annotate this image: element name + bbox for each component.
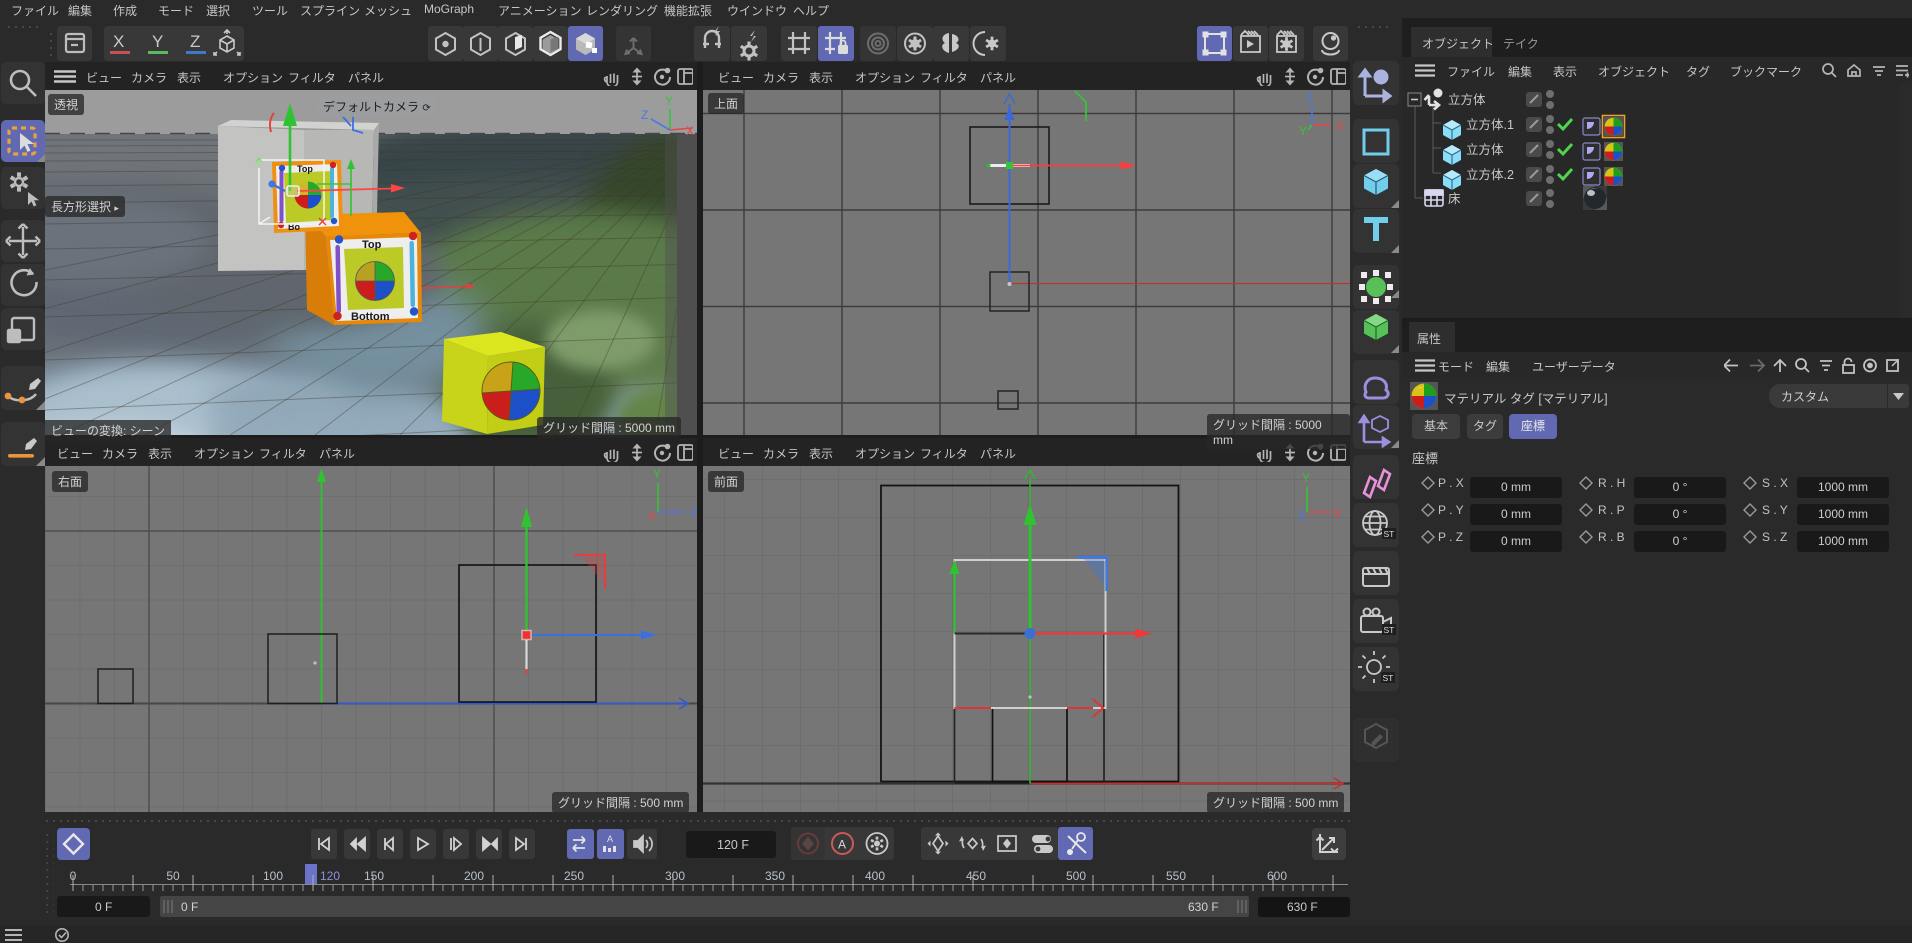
svg-text:立方体: 立方体 bbox=[1466, 142, 1504, 157]
svg-text:0 F: 0 F bbox=[181, 900, 198, 914]
svg-text:Y: Y bbox=[1302, 471, 1310, 485]
svg-text:0 F: 0 F bbox=[95, 900, 112, 914]
svg-text:R . H: R . H bbox=[1598, 476, 1625, 490]
svg-text:450: 450 bbox=[966, 869, 986, 883]
svg-text:Z: Z bbox=[641, 108, 648, 122]
svg-text:120 F: 120 F bbox=[717, 838, 749, 852]
svg-text:R . B: R . B bbox=[1598, 530, 1625, 544]
svg-text:A: A bbox=[838, 838, 846, 852]
svg-text:500: 500 bbox=[1066, 869, 1086, 883]
svg-text:600: 600 bbox=[1267, 869, 1287, 883]
svg-text:120: 120 bbox=[320, 869, 340, 883]
svg-text:Y: Y bbox=[665, 94, 673, 108]
svg-text:X: X bbox=[686, 124, 694, 138]
svg-text:A: A bbox=[607, 834, 613, 844]
svg-text:50: 50 bbox=[166, 869, 180, 883]
svg-text:立方体.1: 立方体.1 bbox=[1466, 117, 1514, 132]
svg-text:S . X: S . X bbox=[1762, 476, 1788, 490]
svg-text:250: 250 bbox=[564, 869, 584, 883]
svg-text:630 F: 630 F bbox=[1287, 900, 1318, 914]
svg-text:Y: Y bbox=[653, 467, 661, 481]
svg-text:P . Z: P . Z bbox=[1438, 530, 1463, 544]
svg-text:X: X bbox=[113, 32, 124, 51]
svg-text:P . X: P . X bbox=[1438, 476, 1464, 490]
svg-text:Y: Y bbox=[152, 32, 163, 51]
svg-text:200: 200 bbox=[464, 869, 484, 883]
svg-text:150: 150 bbox=[364, 869, 384, 883]
svg-text:X: X bbox=[648, 509, 656, 523]
svg-text:Bottom: Bottom bbox=[351, 311, 390, 323]
svg-text:床: 床 bbox=[1448, 192, 1461, 206]
svg-text:ST: ST bbox=[1384, 625, 1395, 635]
svg-text:S . Y: S . Y bbox=[1762, 503, 1788, 517]
svg-text:Z: Z bbox=[690, 505, 697, 519]
svg-text:Z: Z bbox=[1298, 509, 1305, 523]
svg-text:630 F: 630 F bbox=[1188, 900, 1219, 914]
svg-text:立方体.2: 立方体.2 bbox=[1466, 167, 1514, 182]
svg-text:Y: Y bbox=[1299, 124, 1307, 138]
svg-text:100: 100 bbox=[263, 869, 283, 883]
svg-text:Top: Top bbox=[297, 164, 313, 174]
svg-text:Top: Top bbox=[362, 239, 382, 251]
svg-text:300: 300 bbox=[665, 869, 685, 883]
svg-text:ST: ST bbox=[1383, 673, 1394, 683]
svg-text:R . P: R . P bbox=[1598, 503, 1625, 517]
svg-text:400: 400 bbox=[865, 869, 885, 883]
svg-text:Z: Z bbox=[1306, 91, 1313, 105]
svg-text:X: X bbox=[1333, 506, 1341, 520]
svg-text:350: 350 bbox=[765, 869, 785, 883]
svg-text:P . Y: P . Y bbox=[1438, 503, 1464, 517]
svg-text:ST: ST bbox=[1384, 529, 1395, 539]
svg-text:X: X bbox=[1336, 119, 1344, 133]
svg-text:立方体: 立方体 bbox=[1448, 92, 1486, 107]
svg-text:Z: Z bbox=[190, 32, 200, 51]
svg-text:S . Z: S . Z bbox=[1762, 530, 1787, 544]
svg-text:550: 550 bbox=[1166, 869, 1186, 883]
